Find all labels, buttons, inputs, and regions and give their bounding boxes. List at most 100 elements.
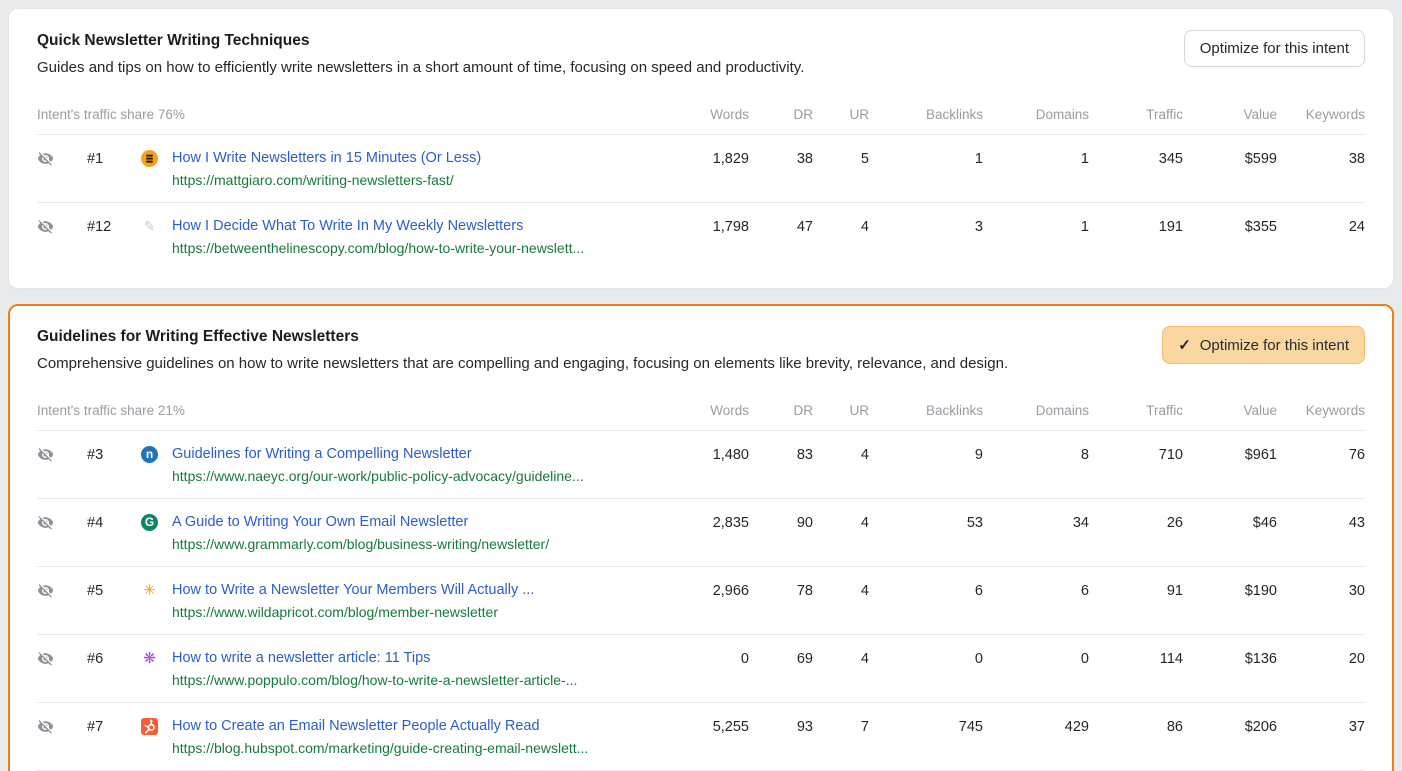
result-title-link[interactable]: How to Create an Email Newsletter People… — [172, 716, 669, 736]
result-title-link[interactable]: Guidelines for Writing a Compelling News… — [172, 444, 669, 464]
cell-backlinks-link[interactable]: 53 — [869, 512, 983, 533]
cell-ur: 4 — [813, 444, 869, 465]
result-title-link[interactable]: How to Write a Newsletter Your Members W… — [172, 580, 669, 600]
hide-result-button[interactable] — [37, 716, 73, 740]
cell-keywords-link[interactable]: 38 — [1277, 148, 1365, 169]
intent-card-quick-newsletter: Quick Newsletter Writing Techniques Guid… — [8, 8, 1394, 289]
table-row: #7 How to Create an Email Newsletter Peo… — [37, 703, 1365, 771]
result-rank: #12 — [73, 216, 127, 237]
result-url-link[interactable]: https://betweenthelinescopy.com/blog/how… — [172, 238, 669, 258]
hide-result-button[interactable] — [37, 216, 73, 240]
eye-off-icon — [37, 450, 54, 467]
result-rank: #7 — [73, 716, 127, 737]
cell-domains-link[interactable]: 429 — [983, 716, 1089, 737]
eye-off-icon — [37, 222, 54, 239]
result-title-link[interactable]: How to write a newsletter article: 11 Ti… — [172, 648, 669, 668]
result-url-link[interactable]: https://www.wildapricot.com/blog/member-… — [172, 602, 669, 622]
cell-domains-link[interactable]: 6 — [983, 580, 1089, 601]
cell-backlinks-link[interactable]: 745 — [869, 716, 983, 737]
cell-words: 5,255 — [669, 716, 749, 737]
table-header-row: Intent's traffic share 76% Words DR UR B… — [37, 94, 1365, 135]
cell-domains-link[interactable]: 1 — [983, 216, 1089, 237]
results-table: Intent's traffic share 76% Words DR UR B… — [37, 94, 1365, 270]
result-url-link[interactable]: https://www.poppulo.com/blog/how-to-writ… — [172, 670, 669, 690]
cell-backlinks-link[interactable]: 6 — [869, 580, 983, 601]
table-row: #1 How I Write Newsletters in 15 Minutes… — [37, 135, 1365, 203]
cell-dr: 69 — [749, 648, 813, 669]
result-rank: #1 — [73, 148, 127, 169]
optimize-intent-button[interactable]: Optimize for this intent — [1184, 30, 1365, 67]
table-row: #4 G A Guide to Writing Your Own Email N… — [37, 499, 1365, 567]
cell-keywords-link[interactable]: 30 — [1277, 580, 1365, 601]
cell-ur: 4 — [813, 512, 869, 533]
cell-backlinks-link[interactable]: 3 — [869, 216, 983, 237]
cell-domains-link[interactable]: 8 — [983, 444, 1089, 465]
table-row: #12 ✎ How I Decide What To Write In My W… — [37, 203, 1365, 270]
col-header-dr: DR — [749, 107, 813, 122]
cell-domains-link[interactable]: 34 — [983, 512, 1089, 533]
traffic-share-label: Intent's traffic share 76% — [37, 107, 669, 122]
col-header-backlinks: Backlinks — [869, 107, 983, 122]
col-header-words: Words — [669, 403, 749, 418]
cell-domains-link[interactable]: 0 — [983, 648, 1089, 669]
optimize-intent-button-selected[interactable]: ✓ Optimize for this intent — [1162, 326, 1365, 364]
cell-keywords-link[interactable]: 76 — [1277, 444, 1365, 465]
result-rank: #4 — [73, 512, 127, 533]
cell-keywords-link[interactable]: 24 — [1277, 216, 1365, 237]
cell-keywords-link[interactable]: 20 — [1277, 648, 1365, 669]
cell-traffic: 26 — [1089, 512, 1183, 533]
hide-result-button[interactable] — [37, 444, 73, 468]
cell-backlinks-link[interactable]: 0 — [869, 648, 983, 669]
cell-value: $46 — [1183, 512, 1277, 533]
table-row: #6 ❋ How to write a newsletter article: … — [37, 635, 1365, 703]
hide-result-button[interactable] — [37, 148, 73, 172]
cell-traffic: 710 — [1089, 444, 1183, 465]
eye-off-icon — [37, 586, 54, 603]
col-header-domains: Domains — [983, 403, 1089, 418]
col-header-traffic: Traffic — [1089, 403, 1183, 418]
cell-words: 1,798 — [669, 216, 749, 237]
result-rank: #6 — [73, 648, 127, 669]
col-header-traffic: Traffic — [1089, 107, 1183, 122]
result-title-link[interactable]: How I Decide What To Write In My Weekly … — [172, 216, 669, 236]
optimize-intent-label: Optimize for this intent — [1200, 40, 1349, 57]
intent-title: Quick Newsletter Writing Techniques — [37, 30, 1160, 51]
table-header-row: Intent's traffic share 21% Words DR UR B… — [37, 390, 1365, 431]
cell-ur: 4 — [813, 580, 869, 601]
result-title-link[interactable]: A Guide to Writing Your Own Email Newsle… — [172, 512, 669, 532]
cell-ur: 5 — [813, 148, 869, 169]
cell-backlinks-link[interactable]: 9 — [869, 444, 983, 465]
cell-domains-link[interactable]: 1 — [983, 148, 1089, 169]
col-header-backlinks: Backlinks — [869, 403, 983, 418]
cell-traffic: 114 — [1089, 648, 1183, 669]
table-row: #3 n Guidelines for Writing a Compelling… — [37, 431, 1365, 499]
cell-backlinks-link[interactable]: 1 — [869, 148, 983, 169]
cell-dr: 90 — [749, 512, 813, 533]
hide-result-button[interactable] — [37, 580, 73, 604]
hide-result-button[interactable] — [37, 648, 73, 672]
cell-dr: 93 — [749, 716, 813, 737]
eye-off-icon — [37, 654, 54, 671]
cell-value: $190 — [1183, 580, 1277, 601]
grammarly-favicon: G — [127, 512, 172, 531]
intent-card-guidelines-newsletter: Guidelines for Writing Effective Newslet… — [8, 304, 1394, 771]
cell-words: 1,480 — [669, 444, 749, 465]
result-url-link[interactable]: https://www.naeyc.org/our-work/public-po… — [172, 466, 669, 486]
cell-value: $355 — [1183, 216, 1277, 237]
result-url-link[interactable]: https://mattgiaro.com/writing-newsletter… — [172, 170, 669, 190]
cell-keywords-link[interactable]: 43 — [1277, 512, 1365, 533]
result-title-link[interactable]: How I Write Newsletters in 15 Minutes (O… — [172, 148, 669, 168]
cell-ur: 4 — [813, 216, 869, 237]
cell-keywords-link[interactable]: 37 — [1277, 716, 1365, 737]
cell-dr: 38 — [749, 148, 813, 169]
intent-description: Comprehensive guidelines on how to write… — [37, 352, 1138, 376]
col-header-keywords: Keywords — [1277, 107, 1365, 122]
results-table: Intent's traffic share 21% Words DR UR B… — [37, 390, 1365, 771]
cell-words: 2,835 — [669, 512, 749, 533]
intent-title: Guidelines for Writing Effective Newslet… — [37, 326, 1138, 347]
hide-result-button[interactable] — [37, 512, 73, 536]
col-header-value: Value — [1183, 403, 1277, 418]
result-rank: #5 — [73, 580, 127, 601]
result-url-link[interactable]: https://www.grammarly.com/blog/business-… — [172, 534, 669, 554]
result-url-link[interactable]: https://blog.hubspot.com/marketing/guide… — [172, 738, 669, 758]
